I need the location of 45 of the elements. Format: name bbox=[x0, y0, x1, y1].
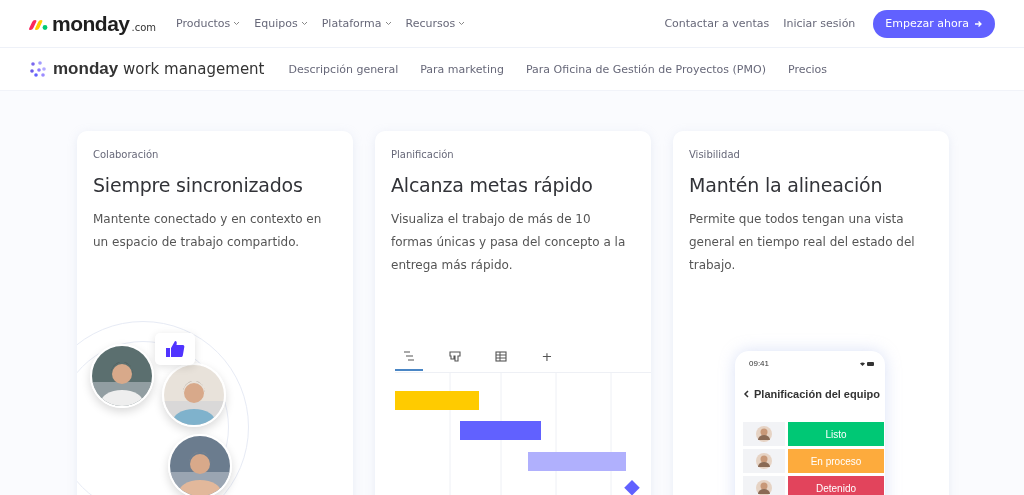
milestone-marker bbox=[624, 479, 640, 495]
card-title: Mantén la alineación bbox=[689, 174, 884, 196]
table-icon bbox=[495, 351, 507, 362]
card-category: Planificación bbox=[391, 149, 455, 160]
status-time: 09:41 bbox=[749, 359, 770, 368]
screen-title: Planificación del equipo bbox=[754, 388, 880, 400]
nav-menu-item[interactable]: Plataforma bbox=[321, 17, 392, 30]
dots-logo-icon[interactable] bbox=[30, 60, 47, 78]
logo-wordmark[interactable]: monday bbox=[52, 11, 130, 36]
chevron-down-icon bbox=[458, 21, 466, 26]
nav-link[interactable]: Iniciar sesión bbox=[783, 17, 856, 30]
subnav-link[interactable]: Descripción general bbox=[288, 62, 399, 76]
card-category: Visibilidad bbox=[689, 149, 741, 160]
card-description: Visualiza el trabajo de más de 10 formas únicas y pasa del concepto a la entrega más rápido. bbox=[391, 211, 627, 274]
avatar-icon bbox=[755, 479, 773, 495]
nav-menu-item[interactable]: Productos bbox=[176, 17, 241, 30]
chevron-down-icon bbox=[384, 21, 392, 26]
status-icons bbox=[859, 360, 875, 367]
brand-name[interactable]: monday work management bbox=[53, 59, 265, 79]
logo-icon[interactable] bbox=[28, 17, 50, 30]
view-tab[interactable] bbox=[395, 351, 423, 371]
card-title: Siempre sincronizados bbox=[93, 174, 304, 196]
status-label[interactable]: Detenido bbox=[788, 476, 884, 495]
back-icon[interactable] bbox=[743, 390, 749, 398]
thumbs-up-icon bbox=[165, 340, 185, 358]
subnav-link[interactable]: Precios bbox=[787, 62, 827, 76]
view-tab[interactable]: + bbox=[533, 351, 561, 371]
chevron-down-icon bbox=[300, 21, 308, 26]
card-description: Permite que todos tengan una vista general en tiempo real del estado del trabajo. bbox=[689, 211, 916, 274]
card-description: Mantente conectado y en contexto en un espacio de trabajo compartido. bbox=[93, 211, 323, 251]
nav-menu-item[interactable]: Equipos bbox=[254, 17, 308, 30]
timeline-icon bbox=[403, 351, 415, 362]
card-category: Colaboración bbox=[93, 149, 160, 160]
avatar-icon bbox=[755, 452, 773, 470]
start-button[interactable]: Empezar ahora bbox=[873, 9, 995, 38]
arrow-right-icon bbox=[974, 19, 983, 28]
card-title: Alcanza metas rápido bbox=[391, 174, 594, 196]
chevron-down-icon bbox=[233, 21, 241, 26]
kanban-icon bbox=[449, 351, 461, 362]
avatar-icon bbox=[755, 425, 773, 443]
nav-menu-item[interactable]: Recursos bbox=[405, 17, 466, 30]
logo-suffix[interactable]: .com bbox=[131, 21, 157, 33]
nav-link[interactable]: Contactar a ventas bbox=[664, 17, 770, 30]
subnav-link[interactable]: Para marketing bbox=[420, 62, 504, 76]
subnav-link[interactable]: Para Oficina de Gestión de Proyectos (PMO) bbox=[525, 62, 766, 76]
